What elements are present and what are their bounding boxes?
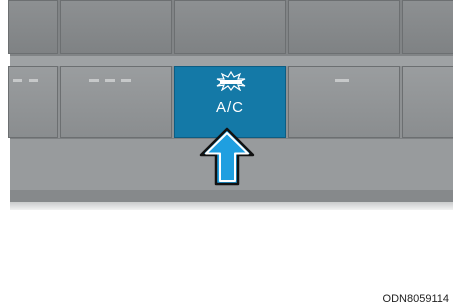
diagram-frame: A/C ODN8059114 (0, 0, 453, 305)
dash-symbol (29, 79, 38, 82)
upper-button (402, 0, 453, 54)
edge-button (402, 66, 453, 138)
up-arrow-icon (199, 127, 255, 186)
dash-symbol (105, 79, 115, 82)
fan-speed-button (8, 66, 58, 138)
dash-symbol (335, 79, 349, 82)
recirculation-button (288, 66, 400, 138)
upper-button (8, 0, 58, 54)
panel-shadow (10, 202, 453, 210)
mode-button (60, 66, 172, 138)
upper-button-row (8, 0, 453, 54)
upper-button (174, 0, 286, 54)
dash-symbol (89, 79, 99, 82)
panel-bottom-edge (10, 190, 453, 202)
indicator-light-icon (216, 71, 246, 91)
ac-button-label: A/C (215, 99, 244, 116)
dash-symbol (121, 79, 131, 82)
upper-button (60, 0, 172, 54)
upper-button (288, 0, 400, 54)
figure-code: ODN8059114 (382, 293, 449, 305)
dash-symbol (13, 79, 22, 82)
panel-divider (10, 56, 453, 66)
